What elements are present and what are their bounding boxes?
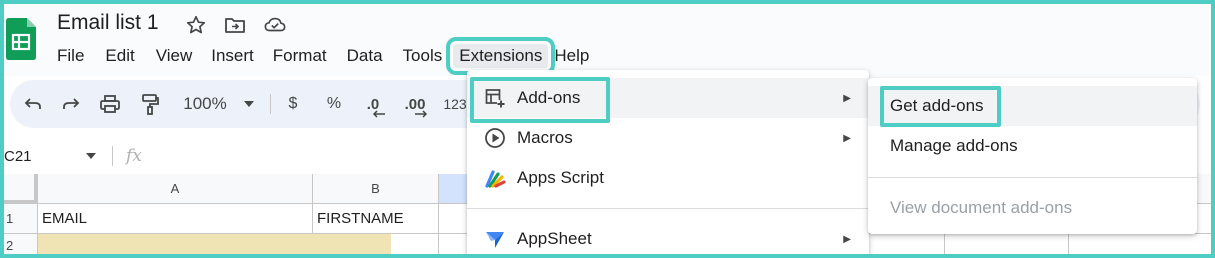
increase-decimal-button[interactable]: .00 — [398, 80, 432, 128]
cloud-saved-icon[interactable] — [264, 14, 286, 36]
menu-tools[interactable]: Tools — [403, 44, 443, 68]
move-to-folder-icon[interactable] — [224, 14, 246, 36]
row-header-1[interactable]: 1 — [0, 204, 38, 234]
cell-d2[interactable] — [869, 234, 945, 258]
paint-format-icon[interactable] — [138, 80, 162, 128]
name-box[interactable]: C21 — [4, 148, 32, 165]
currency-format-button[interactable]: $ — [284, 80, 302, 128]
chevron-down-icon[interactable] — [240, 80, 258, 128]
select-all-corner[interactable] — [0, 174, 38, 204]
submenu-arrow-icon: ▶ — [843, 132, 851, 144]
column-header-b[interactable]: B — [313, 174, 439, 204]
formula-divider — [112, 146, 113, 166]
menu-item-view-document-add-ons: View document add-ons — [868, 188, 1197, 228]
add-ons-submenu: Get add-ons Manage add-ons View document… — [868, 78, 1197, 234]
menu-edit[interactable]: Edit — [105, 44, 134, 68]
undo-icon[interactable] — [22, 80, 44, 128]
row-header-2[interactable]: 2 — [0, 234, 38, 258]
submenu-arrow-icon: ▶ — [843, 233, 851, 245]
arrow-right-icon — [415, 110, 428, 118]
name-box-dropdown-icon[interactable] — [86, 153, 96, 159]
menu-item-macros[interactable]: Macros ▶ — [467, 118, 869, 158]
macros-label: Macros — [517, 128, 573, 147]
macros-icon — [484, 127, 506, 149]
menu-bar: File Edit View Insert Format Data Tools … — [57, 37, 589, 75]
cell-a2-selected[interactable] — [38, 234, 391, 258]
arrow-left-icon — [372, 110, 385, 118]
menu-divider — [467, 208, 869, 209]
menu-file[interactable]: File — [57, 44, 84, 68]
view-document-add-ons-label: View document add-ons — [890, 198, 1073, 217]
cell-b2[interactable] — [391, 234, 439, 258]
highlight-add-ons — [470, 77, 610, 123]
submenu-arrow-icon: ▶ — [843, 92, 851, 104]
menu-help[interactable]: Help — [554, 44, 589, 68]
sheets-logo-icon[interactable] — [6, 18, 36, 60]
title-bar: Email list 1 File Edit View Insert Forma… — [0, 0, 1215, 76]
redo-icon[interactable] — [60, 80, 82, 128]
extensions-menu: Add-ons ▶ Macros ▶ Apps Script AppSheet … — [467, 70, 869, 258]
menu-extensions[interactable]: Extensions — [446, 37, 556, 75]
star-icon[interactable] — [185, 14, 207, 36]
menu-item-appsheet[interactable]: AppSheet ▶ — [467, 219, 869, 258]
apps-script-icon — [484, 167, 506, 189]
cell-b1[interactable]: FIRSTNAME — [313, 204, 439, 234]
appsheet-label: AppSheet — [517, 229, 592, 248]
manage-add-ons-label: Manage add-ons — [890, 136, 1018, 155]
submenu-divider — [868, 177, 1197, 178]
menu-format[interactable]: Format — [273, 44, 327, 68]
menu-data[interactable]: Data — [347, 44, 383, 68]
toolbar-divider — [270, 94, 271, 114]
fx-icon: fx — [126, 146, 142, 166]
menu-insert[interactable]: Insert — [211, 44, 254, 68]
more-formats-button[interactable]: 123 — [440, 80, 470, 128]
column-header-c[interactable] — [439, 174, 469, 204]
menu-item-manage-add-ons[interactable]: Manage add-ons — [868, 126, 1197, 166]
percent-format-button[interactable]: % — [324, 80, 344, 128]
cell-f2[interactable] — [1069, 234, 1215, 258]
document-title[interactable]: Email list 1 — [57, 11, 159, 35]
decrease-decimal-button[interactable]: .0 — [358, 80, 388, 128]
cell-c1[interactable] — [439, 204, 469, 234]
zoom-value[interactable]: 100% — [180, 80, 230, 128]
highlight-get-add-ons — [880, 86, 1001, 127]
print-icon[interactable] — [98, 80, 122, 128]
menu-view[interactable]: View — [156, 44, 193, 68]
appsheet-icon — [484, 228, 506, 250]
menu-item-apps-script[interactable]: Apps Script — [467, 158, 869, 198]
cell-e2[interactable] — [945, 234, 1069, 258]
column-header-a[interactable]: A — [38, 174, 313, 204]
cell-a1[interactable]: EMAIL — [38, 204, 313, 234]
apps-script-label: Apps Script — [517, 168, 604, 187]
